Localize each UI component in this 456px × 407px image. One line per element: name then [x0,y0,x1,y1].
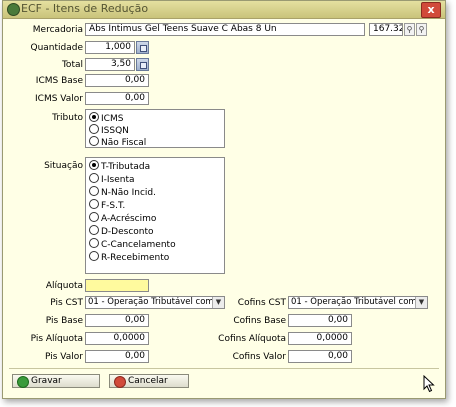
total-label: Total [61,60,83,70]
aliquota-field[interactable] [85,279,149,292]
mercadoria-field[interactable]: Abs Intimus Gel Teens Suave C Abas 8 Un [85,23,365,36]
radio-tributo-nao-fiscal[interactable]: Não Fiscal [89,136,146,148]
radio-situacao-fst[interactable]: F-S.T. [89,199,125,211]
cofins-aliquota-field[interactable]: 0,0000 [288,332,352,345]
quantidade-label: Quantidade [30,43,83,53]
radio-situacao-nao-incid[interactable]: N-Não Incid. [89,186,156,198]
icms-valor-field[interactable]: 0,00 [85,92,149,105]
calculator-icon[interactable] [136,41,149,54]
pis-valor-label: Pis Valor [45,352,83,362]
pis-cst-label: Pis CST [50,298,83,308]
pis-aliquota-field[interactable]: 0,0000 [85,332,149,345]
radio-situacao-desconto[interactable]: D-Desconto [89,225,154,237]
pis-aliquota-label: Pis Alíquota [30,334,83,344]
tributo-label: Tributo [52,113,83,123]
tributo-group: ICMS ISSQN Não Fiscal [85,109,225,148]
radio-tributo-icms[interactable]: ICMS [89,112,123,124]
pis-cst-select[interactable]: 01 - Operação Tributável com Alíqu ▼ [85,296,225,309]
pis-base-field[interactable]: 0,00 [85,314,149,327]
cancel-icon [114,376,126,388]
pis-valor-field[interactable]: 0,00 [85,350,149,363]
cofins-valor-field[interactable]: 0,00 [288,350,352,363]
cofins-aliquota-label: Cofins Alíquota [218,334,286,344]
cofins-cst-label: Cofins CST [237,298,286,308]
cofins-valor-label: Cofins Valor [232,352,286,362]
cofins-cst-select[interactable]: 01 - Operação Tributável com Alíqu ▼ [288,296,428,309]
situacao-label: Situação [44,161,83,171]
close-button[interactable]: x [421,2,441,18]
footer-divider [9,368,439,369]
icms-valor-label: ICMS Valor [35,94,83,104]
quantidade-field[interactable]: 1,000 [85,41,135,54]
radio-situacao-cancelamento[interactable]: C-Cancelamento [89,238,176,250]
mouse-cursor-icon [423,375,435,393]
check-icon [17,376,29,388]
chevron-down-icon[interactable]: ▼ [212,297,224,308]
radio-situacao-tributada[interactable]: T-Tributada [89,160,150,172]
radio-situacao-isenta[interactable]: I-Isenta [89,173,135,185]
radio-situacao-acrescimo[interactable]: A-Acréscimo [89,212,156,224]
aliquota-label: Alíquota [45,281,83,291]
calculator-icon[interactable] [136,58,149,71]
app-icon [7,3,20,16]
icms-base-label: ICMS Base [35,76,83,86]
window-title: ECF - Itens de Redução [21,2,149,15]
zoom-icon[interactable]: ⚲ [416,23,427,36]
situacao-group: T-Tributada I-Isenta N-Não Incid. F-S.T.… [85,157,225,274]
mercadoria-label: Mercadoria [32,25,83,35]
radio-situacao-recebimento[interactable]: R-Recebimento [89,251,169,263]
cancelar-button[interactable]: Cancelar [109,374,189,388]
title-bar[interactable]: ECF - Itens de Redução x [3,1,445,19]
pis-base-label: Pis Base [45,316,83,326]
total-field[interactable]: 3,50 [85,58,135,71]
cofins-base-field[interactable]: 0,00 [288,314,352,327]
gravar-button[interactable]: Gravar [12,374,100,388]
chevron-down-icon[interactable]: ▼ [415,297,427,308]
dialog-window: ECF - Itens de Redução x Mercadoria Abs … [2,0,446,399]
mercadoria-code-field[interactable]: 167.329 [369,23,403,36]
radio-tributo-issqn[interactable]: ISSQN [89,124,129,136]
icms-base-field[interactable]: 0,00 [85,74,149,87]
search-icon[interactable]: ⚲ [404,23,415,36]
cofins-base-label: Cofins Base [233,316,286,326]
